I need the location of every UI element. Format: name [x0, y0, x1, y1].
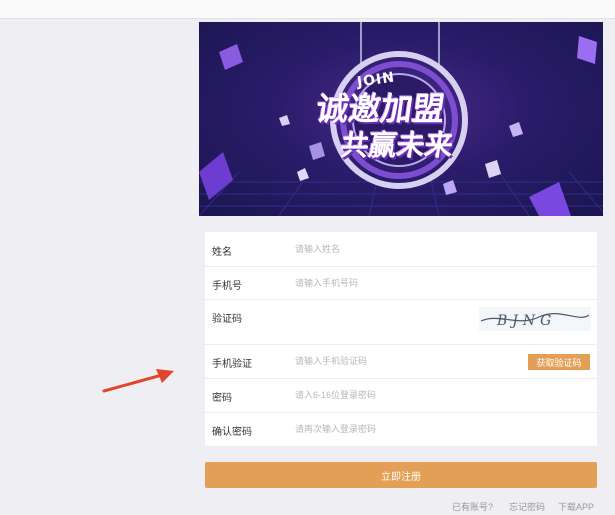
form-row-phone: 手机号 [205, 266, 597, 300]
confirm-password-input[interactable] [295, 420, 515, 438]
captcha-text: BJNG [496, 313, 556, 329]
name-label: 姓名 [212, 247, 232, 258]
register-submit-button[interactable]: 立即注册 [205, 462, 597, 488]
form-row-confirm-password: 确认密码 [205, 412, 597, 446]
sms-code-input[interactable] [295, 352, 495, 370]
annotation-arrow-icon [102, 369, 174, 393]
confirm-password-label: 确认密码 [212, 427, 252, 438]
form-row-captcha: 验证码 BJNG [205, 299, 597, 345]
captcha-image[interactable]: BJNG [479, 307, 591, 331]
phone-input[interactable] [295, 274, 515, 292]
download-app-link[interactable]: 下载APP [558, 500, 594, 513]
banner-subheadline: 共赢未来 [338, 129, 456, 162]
sms-label: 手机验证 [212, 359, 252, 370]
captcha-label: 验证码 [212, 314, 242, 325]
join-banner: JOIN 诚邀加盟 共赢未来 [199, 22, 603, 216]
form-row-sms: 手机验证 获取验证码 [205, 344, 597, 379]
top-bar [0, 0, 615, 19]
form-row-password: 密码 [205, 378, 597, 413]
password-label: 密码 [212, 393, 232, 404]
register-form: 姓名 手机号 验证码 BJNG 手机验证 获取验证码 密码 确认密码 [205, 232, 597, 446]
get-sms-code-button[interactable]: 获取验证码 [528, 354, 590, 370]
forgot-password-link[interactable]: 忘记密码 [509, 500, 545, 513]
captcha-input[interactable] [295, 308, 465, 326]
password-input[interactable] [295, 386, 515, 404]
phone-label: 手机号 [212, 281, 242, 292]
form-row-name: 姓名 [205, 232, 597, 267]
name-input[interactable] [295, 240, 515, 258]
have-account-text: 已有账号? [452, 502, 494, 512]
